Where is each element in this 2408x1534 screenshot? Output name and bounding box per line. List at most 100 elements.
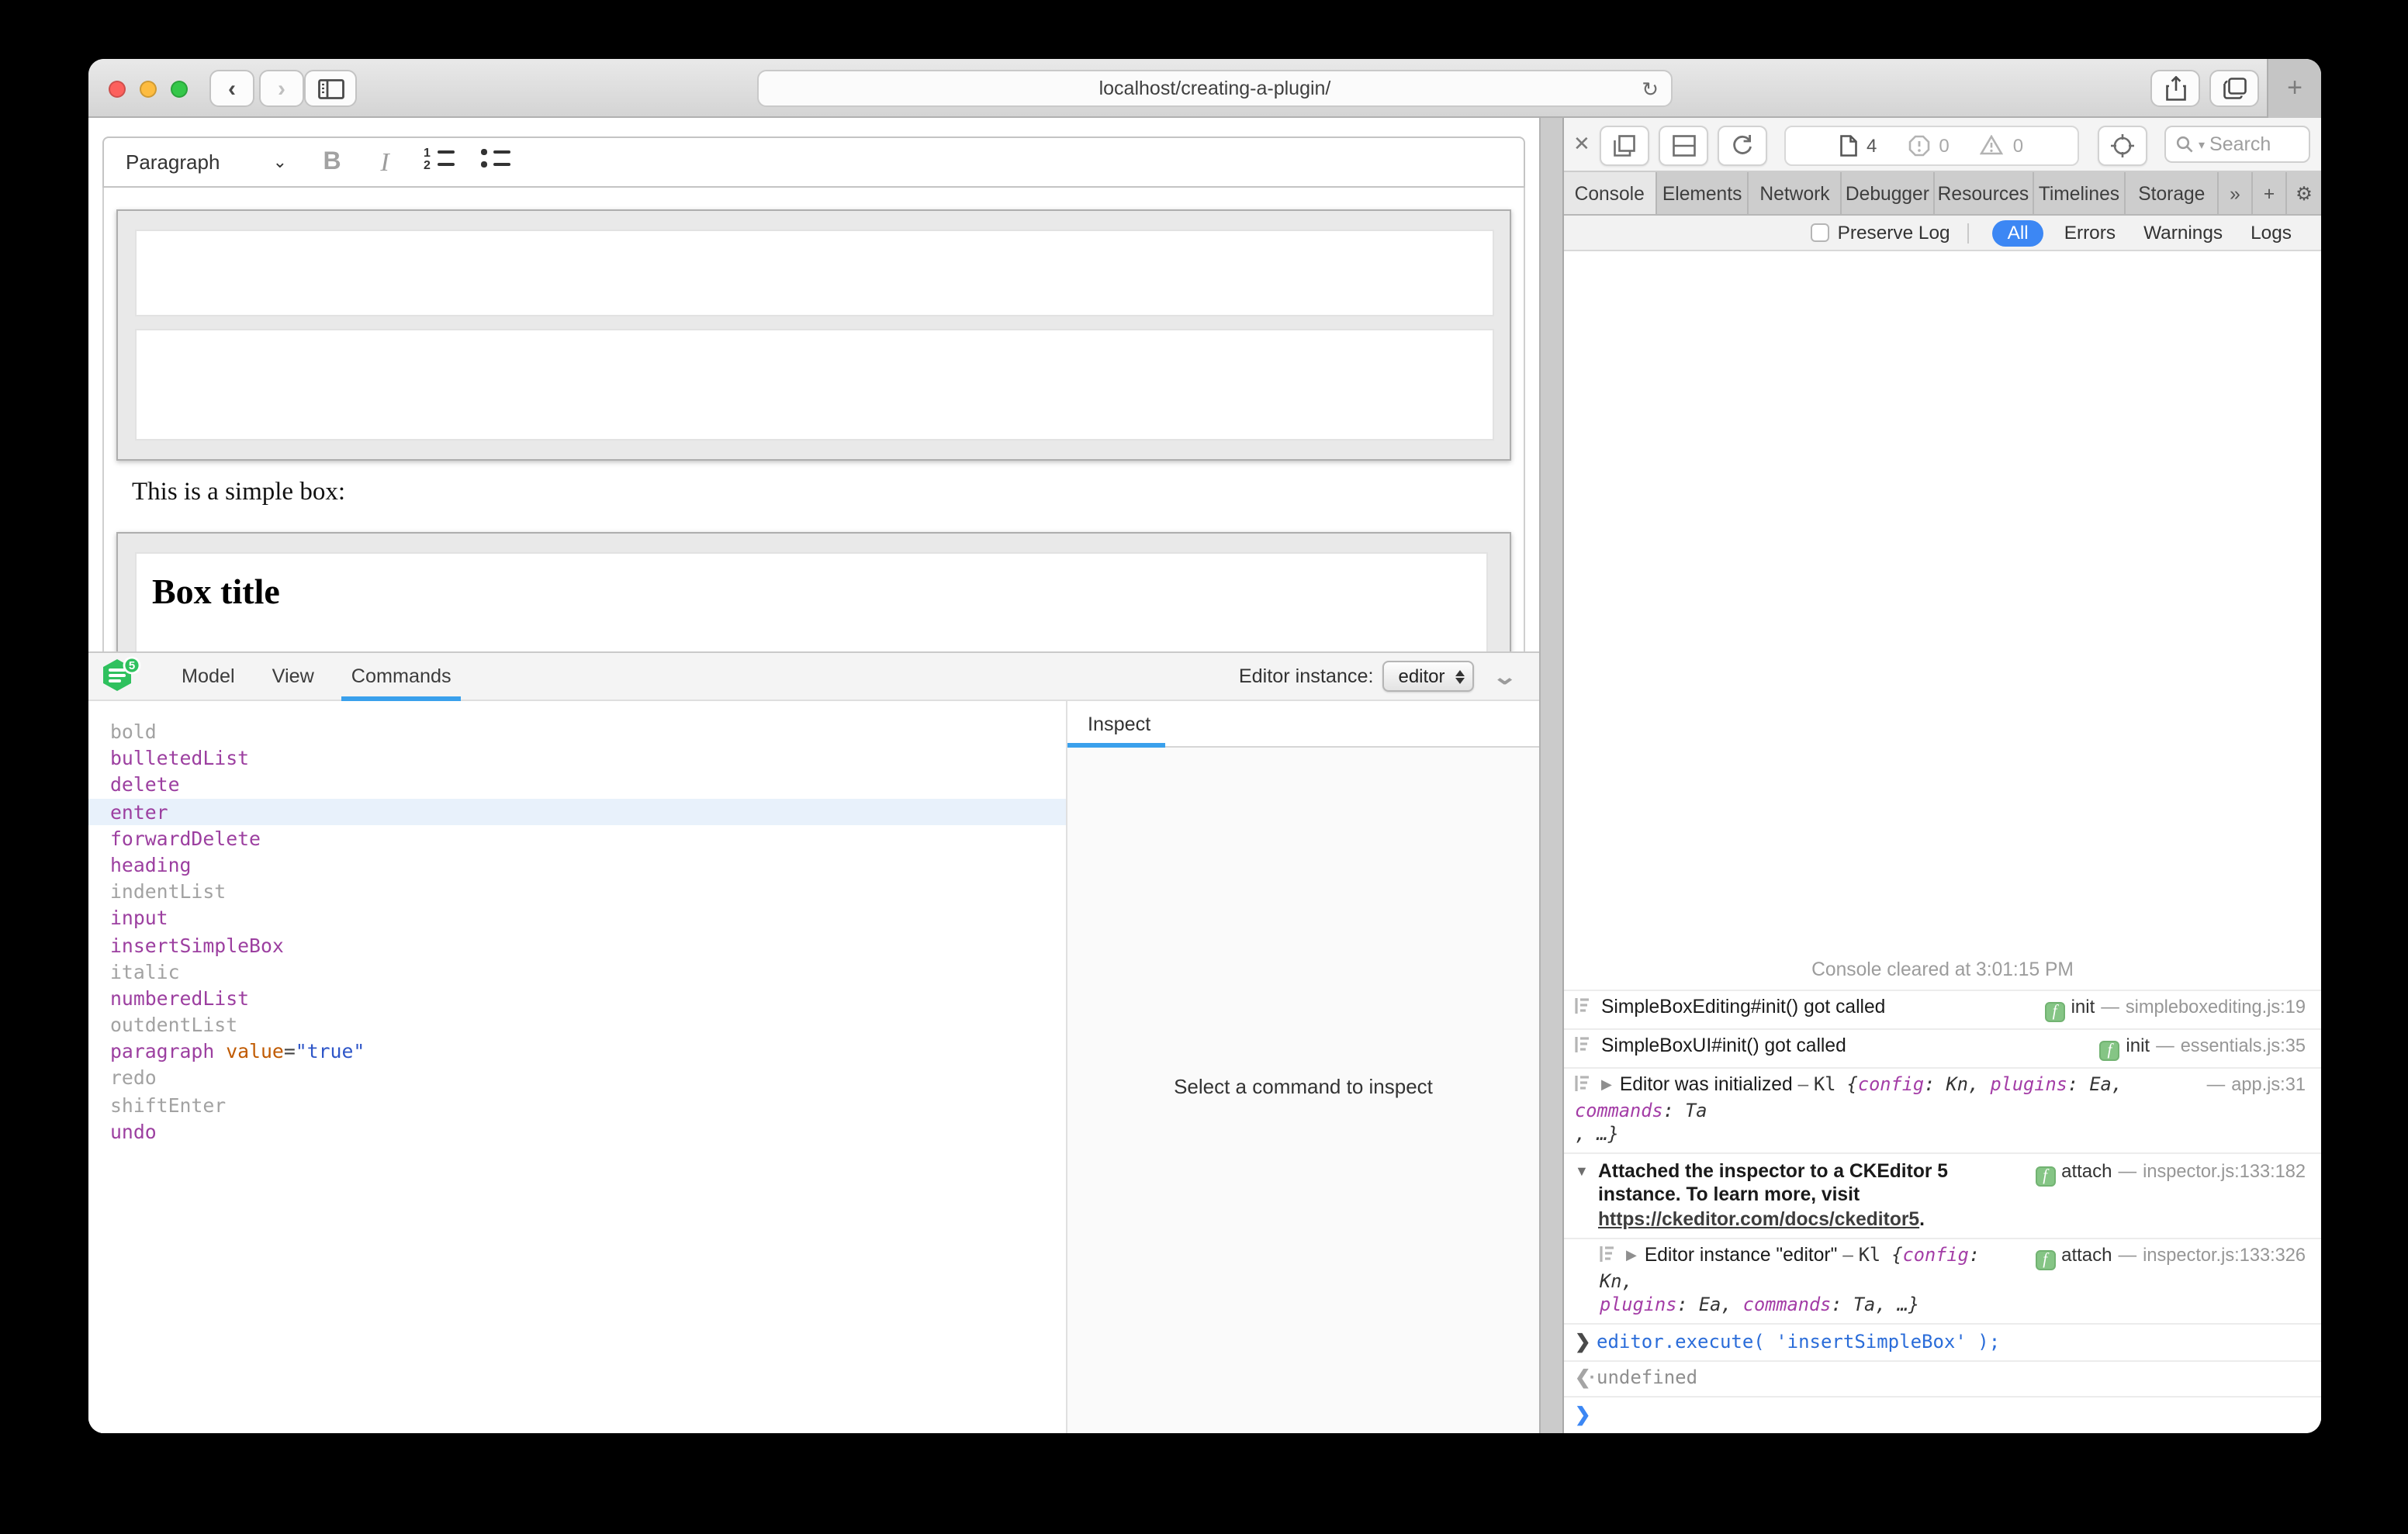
disclosure-triangle-icon[interactable]: ▼	[1575, 1159, 1589, 1183]
command-row-paragraph[interactable]: paragraph value="true"	[88, 1038, 1066, 1065]
inspector-tab-timelines[interactable]: Timelines	[2033, 172, 2126, 214]
search-field[interactable]: ▾ Search	[2164, 126, 2310, 163]
command-row-input[interactable]: input	[88, 905, 1066, 931]
tab-overview-button[interactable]	[2209, 70, 2259, 107]
settings-gear-button[interactable]: ⚙	[2287, 172, 2321, 214]
command-row-enter[interactable]: enter	[88, 798, 1066, 824]
source-location-link[interactable]: essentials.js:35	[2181, 1035, 2306, 1056]
inspector-tab-network[interactable]: Network	[1749, 172, 1842, 214]
inspector-tab-storage[interactable]: Storage	[2126, 172, 2219, 214]
numbered-list-icon: 1 2	[424, 147, 455, 170]
pane-divider[interactable]	[1539, 118, 1564, 1433]
disclosure-triangle-icon[interactable]: ▶	[1626, 1244, 1637, 1268]
command-row-heading[interactable]: heading	[88, 852, 1066, 878]
console-filter-bar: Preserve Log All Errors Warnings Logs	[1564, 216, 2321, 251]
reload-icon[interactable]: ↻	[1642, 78, 1659, 102]
minimize-window-button[interactable]	[140, 80, 157, 97]
bulleted-list-button[interactable]	[467, 147, 523, 178]
inspector-tab-debugger[interactable]: Debugger	[1842, 172, 1934, 214]
console-input-code[interactable]: editor.execute( 'insertSimpleBox' );	[1597, 1330, 2000, 1352]
close-window-button[interactable]	[109, 80, 126, 97]
console-filter-all[interactable]: All	[1992, 219, 2044, 246]
command-row-outdentList[interactable]: outdentList	[88, 1011, 1066, 1038]
simple-box-title-field-2[interactable]: Box title	[135, 552, 1488, 658]
bold-button[interactable]: B	[306, 148, 358, 176]
console-input-row: ❯editor.execute( 'insertSimpleBox' );	[1564, 1323, 2321, 1360]
console-filter-logs[interactable]: Logs	[2251, 222, 2292, 244]
simple-box-widget-selected[interactable]	[116, 209, 1511, 461]
error-count: 0	[1939, 134, 1949, 156]
preserve-log-label: Preserve Log	[1838, 222, 1950, 244]
preserve-log-checkbox[interactable]	[1811, 223, 1830, 242]
command-row-undo[interactable]: undo	[88, 1118, 1066, 1145]
source-location-link[interactable]: inspector.js:133:182	[2143, 1159, 2306, 1181]
source-location-link[interactable]: app.js:31	[2231, 1073, 2306, 1095]
simple-box-description-field[interactable]	[135, 329, 1494, 441]
command-row-insertSimpleBox[interactable]: insertSimpleBox	[88, 931, 1066, 958]
editor-instance-select[interactable]: editor	[1382, 661, 1474, 692]
ckeditor-docs-link[interactable]: https://ckeditor.com/docs/ckeditor5	[1598, 1208, 1919, 1229]
search-icon	[2175, 135, 2194, 154]
disclosure-triangle-icon[interactable]: ▶	[1601, 1073, 1612, 1097]
element-picker-button[interactable]	[2098, 125, 2147, 165]
new-tab-button[interactable]: +	[2267, 59, 2321, 118]
log-message: Attached the inspector to a CKEditor 5 i…	[1598, 1159, 2064, 1232]
italic-button[interactable]: I	[358, 147, 411, 178]
inspector-tab-elements[interactable]: Elements	[1656, 172, 1749, 214]
log-source: finit—essentials.js:35	[2099, 1035, 2306, 1061]
share-button[interactable]	[2150, 70, 2200, 107]
filter-divider	[1967, 223, 1969, 243]
console-prompt[interactable]: ❯	[1564, 1396, 2321, 1433]
console-filter-errors[interactable]: Errors	[2064, 222, 2116, 244]
command-row-italic[interactable]: italic	[88, 958, 1066, 984]
ck-tab-view[interactable]: View	[254, 652, 333, 700]
sidebar-icon	[317, 78, 344, 98]
simple-box-widget[interactable]: Box title	[116, 532, 1511, 659]
command-row-delete[interactable]: delete	[88, 772, 1066, 798]
console-log-icon	[1575, 1075, 1592, 1099]
forward-button[interactable]: ›	[259, 70, 304, 107]
function-name: init	[2126, 1035, 2150, 1056]
ckeditor5-logo-icon: 5	[101, 656, 141, 696]
resource-status-group[interactable]: 4 0 0	[1784, 125, 2079, 165]
close-inspector-button[interactable]: ✕	[1573, 132, 1590, 157]
source-location-link[interactable]: simpleboxediting.js:19	[2126, 996, 2306, 1017]
command-row-shiftEnter[interactable]: shiftEnter	[88, 1091, 1066, 1118]
paragraph-text[interactable]: This is a simple box:	[132, 476, 345, 507]
command-row-redo[interactable]: redo	[88, 1065, 1066, 1091]
command-row-numberedList[interactable]: numberedList	[88, 985, 1066, 1011]
back-button[interactable]: ‹	[209, 70, 254, 107]
command-name: redo	[110, 1066, 157, 1090]
zoom-window-button[interactable]	[171, 80, 188, 97]
url-field[interactable]: localhost/creating-a-plugin/ ↻	[757, 70, 1673, 107]
command-name: forwardDelete	[110, 827, 261, 850]
inspector-tab-resources[interactable]: Resources	[1935, 172, 2034, 214]
dock-side-button[interactable]	[1659, 125, 1708, 165]
inspect-empty-message: Select a command to inspect	[1067, 1075, 1539, 1098]
more-tabs-button[interactable]: »	[2219, 172, 2253, 214]
command-row-indentList[interactable]: indentList	[88, 878, 1066, 904]
inspector-tab-console[interactable]: Console	[1564, 172, 1656, 214]
command-name: heading	[110, 853, 191, 876]
svg-text:5: 5	[129, 659, 135, 672]
inspect-pane: Inspect Select a command to inspect	[1067, 701, 1539, 1433]
ck-tab-model[interactable]: Model	[163, 652, 254, 700]
collapse-inspector-chevron-icon[interactable]: ⌄	[1493, 663, 1518, 689]
numbered-list-button[interactable]: 1 2	[411, 147, 467, 178]
ck-tab-commands[interactable]: Commands	[333, 652, 470, 700]
detach-inspector-button[interactable]	[1600, 125, 1649, 165]
command-row-bulletedList[interactable]: bulletedList	[88, 745, 1066, 771]
sidebar-toggle-button[interactable]	[304, 70, 357, 107]
command-row-bold[interactable]: bold	[88, 718, 1066, 745]
simple-box-title-field[interactable]	[135, 230, 1494, 316]
reload-page-button[interactable]	[1718, 125, 1767, 165]
console-filter-warnings[interactable]: Warnings	[2143, 222, 2223, 244]
heading-dropdown[interactable]: Paragraph ⌄	[104, 150, 306, 174]
command-name: bulletedList	[110, 746, 249, 769]
source-location-link[interactable]: inspector.js:133:326	[2143, 1244, 2306, 1266]
tab-inspect[interactable]: Inspect	[1088, 701, 1150, 748]
box-title-text[interactable]: Box title	[137, 554, 1486, 613]
console-log-icon	[1575, 1036, 1592, 1060]
command-row-forwardDelete[interactable]: forwardDelete	[88, 825, 1066, 852]
add-tab-button[interactable]: +	[2253, 172, 2287, 214]
